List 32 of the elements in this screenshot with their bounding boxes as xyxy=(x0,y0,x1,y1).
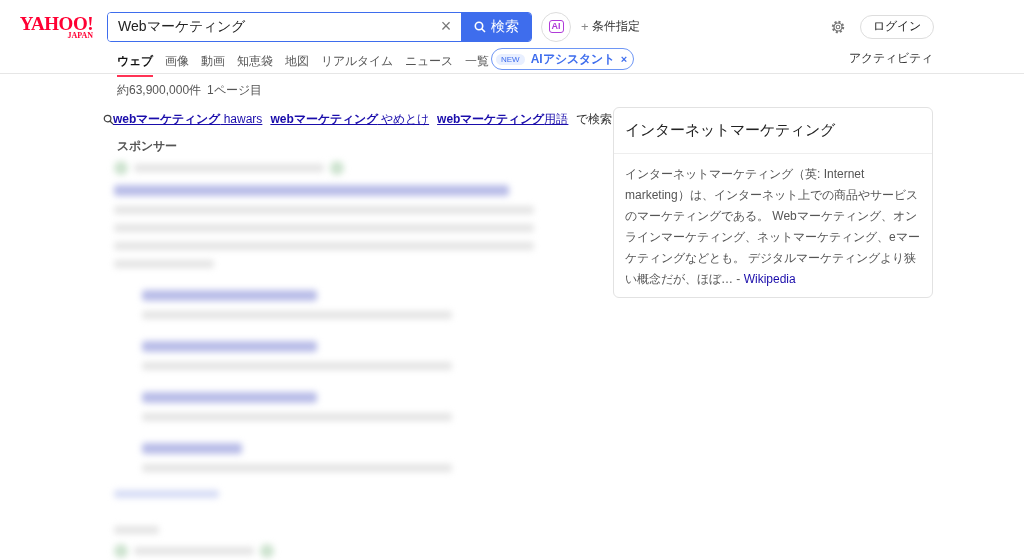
ai-assistant-button[interactable]: AI xyxy=(541,11,571,42)
filter-link[interactable]: + 条件指定 xyxy=(581,18,640,35)
result-count: 約63,900,000件 xyxy=(117,82,202,99)
search-tab[interactable]: ウェブ xyxy=(117,52,153,77)
search-button[interactable]: 検索 xyxy=(461,12,531,41)
panel-summary: インターネットマーケティング（英: Internet marketing）は、インターネット上での商品やサービスのマーケティングである。 Webマーケティング、オンラインマーケティング、ネットマーケティング、eマーケティングなどとも。 デジタルマーケティングより狭い概念だが、ほぼ… - Wikipedia xyxy=(624,166,921,288)
search-icon xyxy=(473,20,486,33)
wikipedia-link[interactable]: Wikipedia xyxy=(743,272,796,286)
search-tab[interactable]: リアルタイム xyxy=(321,52,393,77)
search-box[interactable]: Webマーケティング × 検索 xyxy=(107,11,532,42)
search-tab[interactable]: ニュース xyxy=(405,52,453,77)
ai-assistant-tooltip[interactable]: NEW AIアシスタント × xyxy=(491,48,635,70)
search-tab[interactable]: 画像 xyxy=(165,52,189,77)
related-search-link[interactable]: webマーケティング hawars xyxy=(113,111,263,128)
search-tab[interactable]: 知恵袋 xyxy=(237,52,273,77)
search-tab[interactable]: 動画 xyxy=(201,52,225,77)
tooltip-label: AIアシスタント xyxy=(530,50,615,68)
search-suffix: で検索 xyxy=(576,111,613,128)
settings-icon[interactable] xyxy=(830,18,846,35)
login-button[interactable]: ログイン xyxy=(860,14,934,39)
sponsor-label: スポンサー xyxy=(117,138,178,155)
search-icon xyxy=(103,114,114,125)
search-tab[interactable]: 地図 xyxy=(285,52,309,77)
yahoo-logo[interactable]: YAHOO! JAPAN xyxy=(13,13,93,40)
activity-link[interactable]: アクティビティ xyxy=(849,50,933,67)
panel-title: インターネットマーケティング xyxy=(614,108,932,154)
page-number: 1ページ目 xyxy=(207,82,262,99)
close-button[interactable]: × xyxy=(620,53,628,65)
new-badge: NEW xyxy=(496,53,525,65)
related-search-link[interactable]: webマーケティング用語 xyxy=(437,111,569,128)
search-tab[interactable]: 一覧 xyxy=(465,52,489,77)
related-search-link[interactable]: webマーケティング やめとけ xyxy=(270,111,430,128)
